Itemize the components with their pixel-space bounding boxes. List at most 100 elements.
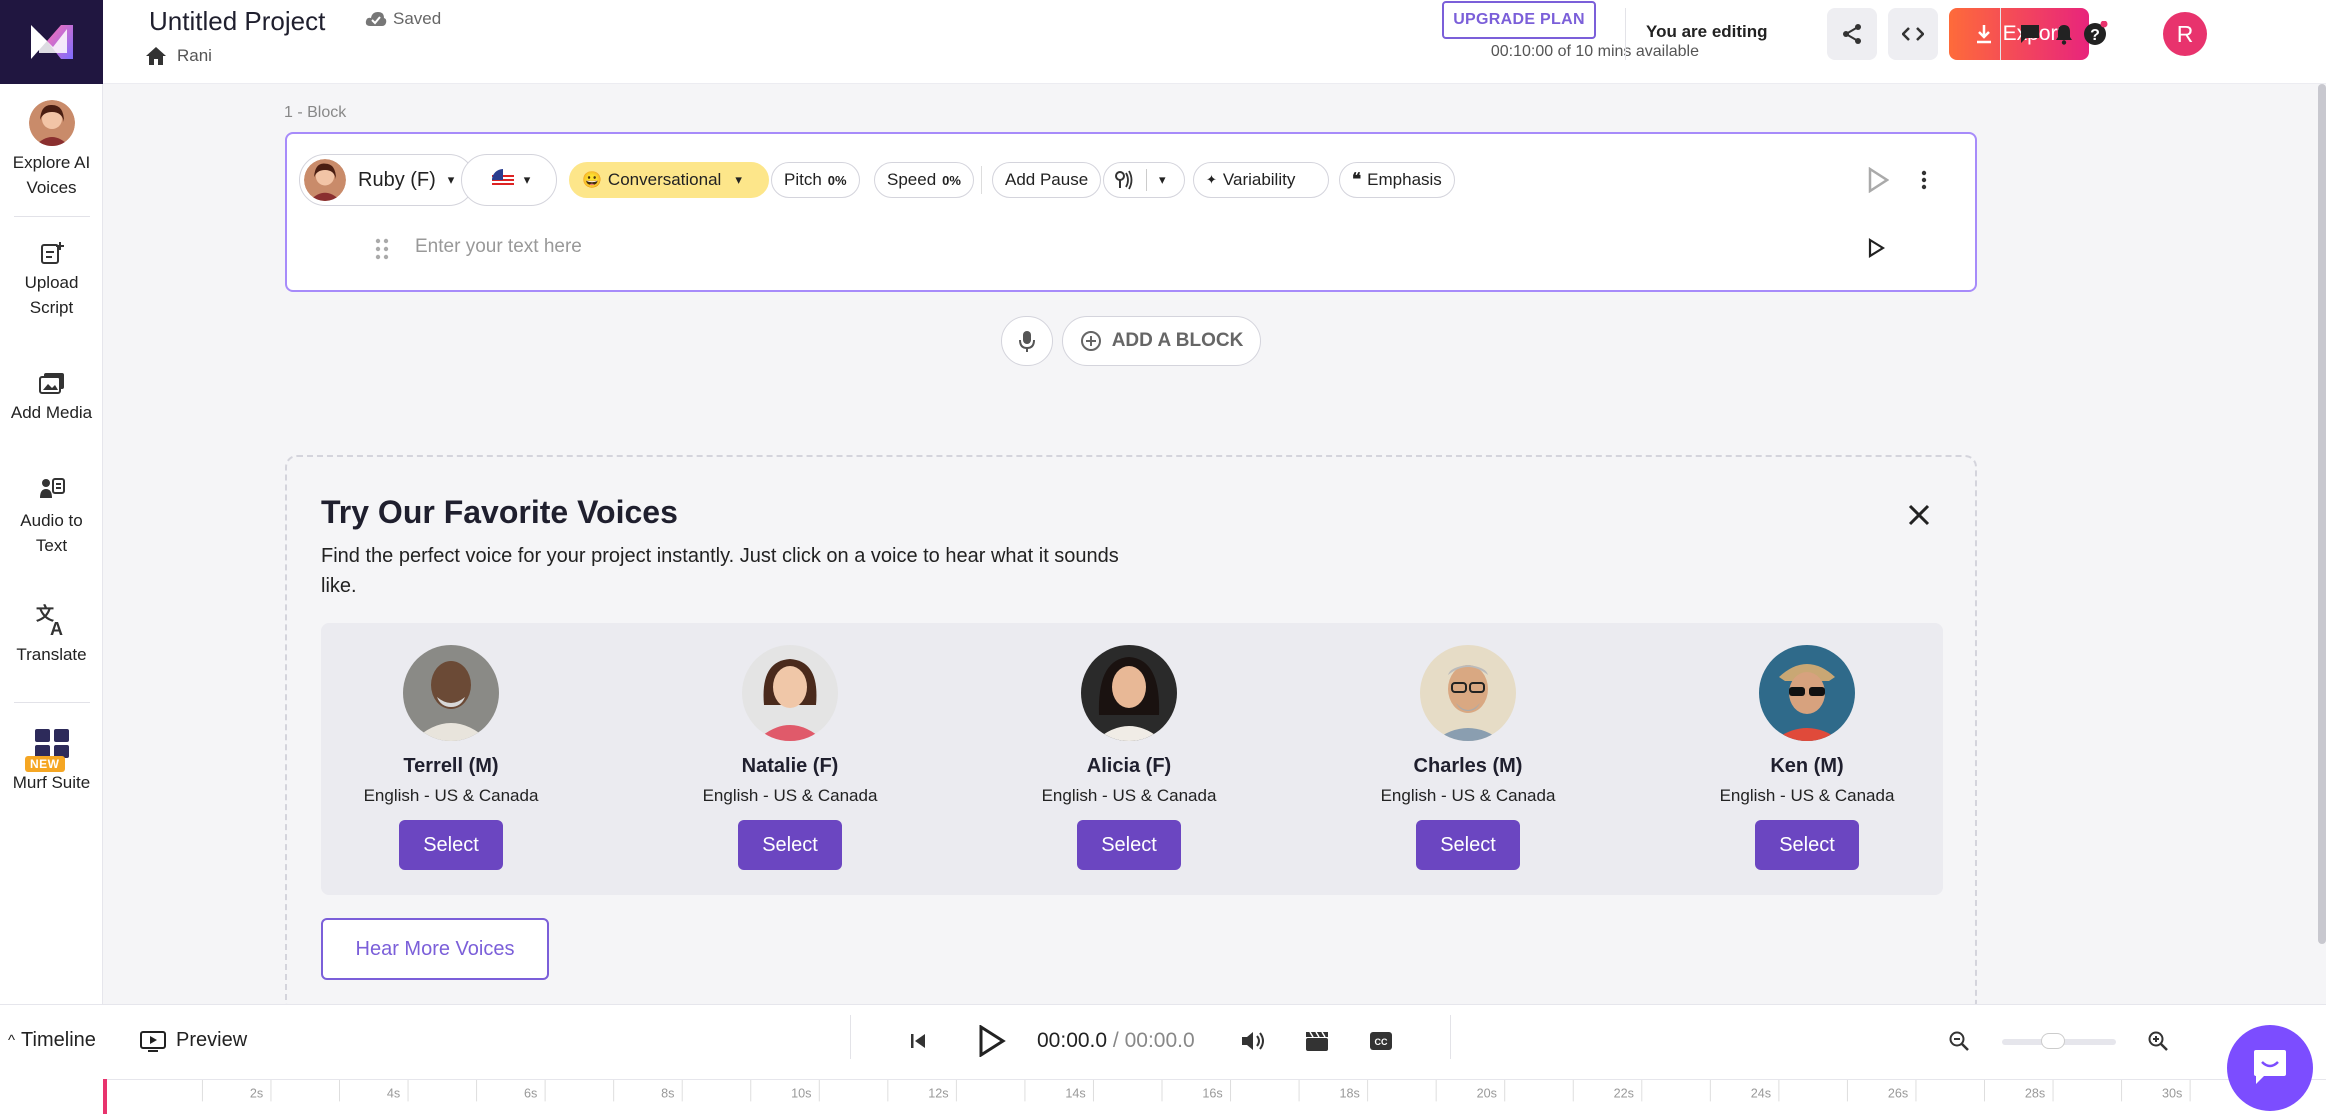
- zoom-out-button[interactable]: [1943, 1025, 1975, 1057]
- select-voice-button[interactable]: Select: [399, 820, 503, 870]
- sidebar: Explore AI Voices Upload Script Add Medi…: [0, 0, 103, 1004]
- voice-card[interactable]: Alicia (F) English - US & Canada Select: [999, 645, 1259, 870]
- play-block-button[interactable]: [1860, 162, 1896, 198]
- voice-name: Charles (M): [1413, 755, 1523, 777]
- user-avatar[interactable]: R: [2163, 12, 2207, 56]
- style-label: Conversational: [607, 170, 722, 189]
- add-block-button[interactable]: ADD A BLOCK: [1062, 316, 1261, 366]
- hear-more-voices-button[interactable]: Hear More Voices: [321, 918, 549, 980]
- block-text-input[interactable]: Enter your text here: [415, 236, 1815, 258]
- play-button[interactable]: [972, 1019, 1012, 1063]
- ruler-tick-label: 28s: [2025, 1087, 2045, 1101]
- media-track-button[interactable]: [1301, 1025, 1333, 1057]
- pitch-value: 0%: [827, 172, 847, 188]
- voice-avatar-icon: [304, 159, 346, 201]
- favorite-voices-panel: Try Our Favorite Voices Find the perfect…: [285, 455, 1977, 1015]
- pitch-label: Pitch: [784, 170, 822, 189]
- select-voice-button[interactable]: Select: [1077, 820, 1181, 870]
- zoom-out-icon: [1949, 1031, 1969, 1051]
- voice-card[interactable]: Natalie (F) English - US & Canada Select: [660, 645, 920, 870]
- chevron-down-icon: ▾: [447, 172, 455, 187]
- emphasis-button[interactable]: ❝ Emphasis: [1339, 162, 1455, 198]
- download-icon: [1976, 25, 1991, 44]
- murf-logo[interactable]: [0, 0, 103, 84]
- drag-handle-icon[interactable]: [375, 238, 389, 265]
- variability-selector[interactable]: ✦ Variability: [1193, 162, 1329, 198]
- timeline-ruler[interactable]: 2s 4s 6s 8s 10s 12s 14s 16s 18s 20s 22s 24s 26s 28s 30…: [103, 1079, 2326, 1114]
- zoom-in-button[interactable]: [2142, 1025, 2174, 1057]
- upgrade-plan-button[interactable]: UPGRADE PLAN: [1442, 1, 1596, 39]
- sidebar-item-label: Upload Script: [24, 273, 79, 317]
- voice-name: Terrell (M): [403, 755, 499, 777]
- script-block[interactable]: Ruby (F) ▾ ▾ 😀 Conversational ▾ Pitch 0%…: [285, 132, 1977, 292]
- timeline-bar: ^ Timeline Preview 00:00.0 / 00:00.0 CC: [0, 1004, 2326, 1114]
- sidebar-divider: [14, 216, 90, 217]
- sidebar-item-audio-to-text[interactable]: Audio to Text: [0, 476, 103, 558]
- zoom-slider-handle[interactable]: [2041, 1033, 2065, 1049]
- notifications-button[interactable]: [2050, 20, 2078, 48]
- timeline-toggle[interactable]: ^ Timeline: [8, 1029, 96, 1052]
- sparkle-icon: ✦: [1206, 172, 1217, 187]
- embed-button[interactable]: [1888, 8, 1938, 60]
- volume-button[interactable]: [1237, 1025, 1269, 1057]
- bottom-divider: [1450, 1015, 1451, 1059]
- voice-card[interactable]: Terrell (M) English - US & Canada Select: [321, 645, 581, 870]
- voice-avatar-icon: [28, 100, 75, 146]
- vertical-scrollbar[interactable]: [2318, 84, 2326, 944]
- select-voice-button[interactable]: Select: [738, 820, 842, 870]
- voice-avatar: [1759, 645, 1855, 741]
- share-icon: [1843, 24, 1861, 44]
- logo-icon: [30, 25, 73, 59]
- play-icon: [1868, 238, 1886, 258]
- breadcrumb[interactable]: Rani: [145, 46, 212, 66]
- bottom-divider: [850, 1015, 851, 1059]
- comments-button[interactable]: [2016, 20, 2044, 48]
- voice-selector[interactable]: Ruby (F) ▾: [299, 154, 475, 206]
- help-button[interactable]: ?: [2081, 20, 2109, 48]
- sidebar-item-label: Explore AI Voices: [12, 153, 91, 197]
- voice-input-button[interactable]: [1001, 316, 1053, 366]
- clapperboard-icon: [1306, 1031, 1328, 1051]
- share-button[interactable]: [1827, 8, 1877, 60]
- header: Untitled Project Saved Rani UPGRADE PLAN…: [103, 0, 2326, 84]
- timeline-label: Timeline: [21, 1029, 96, 1051]
- svg-text:?: ?: [2090, 27, 2100, 44]
- project-title[interactable]: Untitled Project: [149, 6, 325, 37]
- playhead[interactable]: [103, 1079, 107, 1114]
- voice-card[interactable]: Charles (M) English - US & Canada Select: [1338, 645, 1598, 870]
- sidebar-item-add-media[interactable]: Add Media: [0, 370, 103, 425]
- pronunciation-selector[interactable]: ▾: [1103, 162, 1185, 198]
- voice-avatar: [403, 645, 499, 741]
- svg-text:A: A: [50, 619, 63, 638]
- captions-button[interactable]: CC: [1365, 1025, 1397, 1057]
- sidebar-item-upload-script[interactable]: Upload Script: [0, 240, 103, 320]
- add-pause-button[interactable]: Add Pause: [992, 162, 1102, 198]
- accent-selector[interactable]: ▾: [461, 154, 557, 206]
- style-selector[interactable]: 😀 Conversational ▾: [569, 162, 769, 198]
- voice-card[interactable]: Ken (M) English - US & Canada Select: [1677, 645, 1937, 870]
- plus-circle-icon: [1080, 331, 1101, 351]
- chevron-down-icon: ▾: [523, 172, 531, 187]
- chat-support-button[interactable]: [2227, 1025, 2313, 1111]
- voice-avatar: [1081, 645, 1177, 741]
- speed-control[interactable]: Speed 0%: [874, 162, 974, 198]
- new-badge: NEW: [25, 756, 65, 772]
- add-pause-label: Add Pause: [1005, 170, 1089, 189]
- chevron-down-icon: ▾: [1159, 172, 1166, 187]
- select-voice-button[interactable]: Select: [1755, 820, 1859, 870]
- sidebar-divider: [14, 702, 90, 703]
- play-line-button[interactable]: [1867, 238, 1886, 263]
- ruler-tick-label: 4s: [387, 1087, 400, 1101]
- skip-back-button[interactable]: [902, 1025, 934, 1057]
- pitch-control[interactable]: Pitch 0%: [771, 162, 860, 198]
- block-menu-button[interactable]: [1909, 162, 1939, 198]
- sidebar-item-translate[interactable]: 文A Translate: [0, 602, 103, 667]
- code-icon: [1902, 27, 1924, 41]
- sidebar-item-explore-ai-voices[interactable]: Explore AI Voices: [0, 100, 103, 200]
- select-voice-button[interactable]: Select: [1416, 820, 1520, 870]
- close-button[interactable]: [1904, 500, 1934, 530]
- preview-button[interactable]: Preview: [140, 1029, 247, 1052]
- ruler-tick-label: 30s: [2162, 1087, 2182, 1101]
- total-time: / 00:00.0: [1107, 1029, 1195, 1052]
- cc-icon: CC: [1370, 1032, 1392, 1050]
